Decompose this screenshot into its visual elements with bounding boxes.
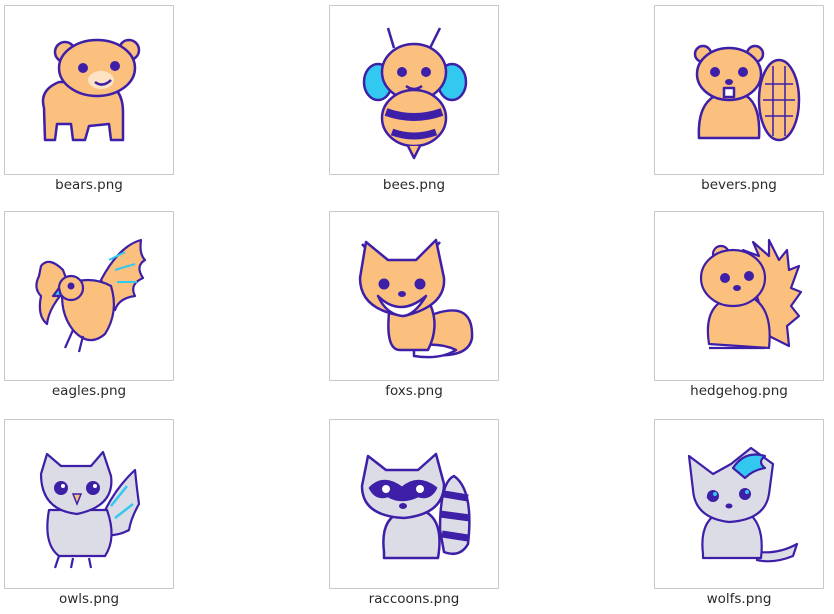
file-item-wolfs[interactable]: wolfs.png: [654, 419, 824, 609]
file-item-bevers[interactable]: bevers.png: [654, 5, 824, 195]
file-name: owls.png: [58, 591, 120, 607]
beaver-icon: [693, 44, 801, 142]
file-item-eagles[interactable]: eagles.png: [4, 211, 174, 401]
file-thumbnail[interactable]: [654, 211, 824, 381]
file-name: foxs.png: [385, 383, 443, 399]
bee-icon: [362, 27, 468, 160]
fox-icon: [358, 238, 474, 359]
owl-icon: [39, 450, 141, 569]
file-name: hedgehog.png: [690, 383, 788, 399]
file-thumbnail[interactable]: [329, 419, 499, 589]
file-thumbnail[interactable]: [329, 211, 499, 381]
hedgehog-icon: [699, 238, 803, 350]
file-item-bears[interactable]: bears.png: [4, 5, 174, 195]
eagle-icon: [35, 238, 147, 353]
file-grid: bears.png bees.png bevers.png eagles.png…: [0, 0, 834, 614]
file-name: eagles.png: [51, 383, 127, 399]
file-thumbnail[interactable]: [4, 419, 174, 589]
file-name: bears.png: [55, 177, 123, 193]
file-thumbnail[interactable]: [329, 5, 499, 175]
file-item-bees[interactable]: bees.png: [329, 5, 499, 195]
file-name: bees.png: [382, 177, 446, 193]
file-item-foxs[interactable]: foxs.png: [329, 211, 499, 401]
file-item-hedgehog[interactable]: hedgehog.png: [654, 211, 824, 401]
file-thumbnail[interactable]: [654, 419, 824, 589]
file-item-owls[interactable]: owls.png: [4, 419, 174, 609]
file-name: wolfs.png: [706, 591, 772, 607]
file-name: bevers.png: [701, 177, 777, 193]
file-thumbnail[interactable]: [654, 5, 824, 175]
file-item-raccoons[interactable]: raccoons.png: [329, 419, 499, 609]
raccoon-icon: [360, 452, 471, 560]
bear-icon: [41, 38, 141, 142]
wolf-icon: [687, 446, 799, 563]
file-thumbnail[interactable]: [4, 5, 174, 175]
file-thumbnail[interactable]: [4, 211, 174, 381]
file-name: raccoons.png: [368, 591, 460, 607]
